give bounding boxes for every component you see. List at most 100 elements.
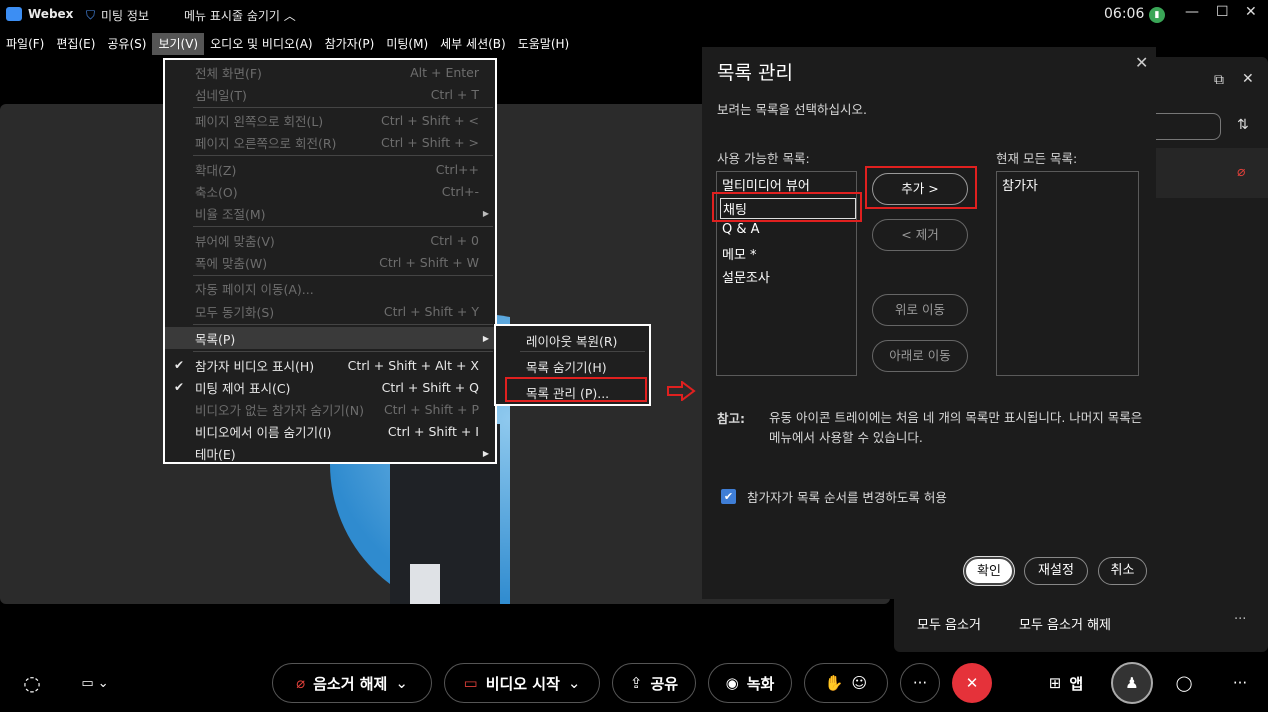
menu-breakout[interactable]: 세부 세션(B): [434, 33, 512, 55]
webex-logo: Webex: [6, 7, 73, 21]
menu-item-sync-all[interactable]: 모두 동기화(S) Ctrl + Shift + Y: [165, 300, 495, 322]
meeting-info-button[interactable]: ⛉ 미팅 정보: [86, 7, 149, 24]
menu-item-hide-names[interactable]: 비디오에서 이름 숨기기(I) Ctrl + Shift + I: [165, 420, 495, 442]
list-item[interactable]: 참가자: [1002, 175, 1038, 194]
reset-button[interactable]: 재설정: [1024, 557, 1088, 585]
current-panels-label: 현재 모든 목록:: [996, 151, 1078, 166]
menu-toggle-button[interactable]: 메뉴 표시줄 숨기기 ︿: [184, 7, 296, 24]
menu-item-fullscreen[interactable]: 전체 화면(F) Alt + Enter: [165, 61, 495, 83]
menu-view[interactable]: 보기(V): [152, 33, 205, 55]
menu-help[interactable]: 도움말(H): [512, 33, 576, 55]
more-icon[interactable]: ···: [900, 663, 940, 703]
unmute-button[interactable]: ⌀ 음소거 해제 ⌄: [272, 663, 432, 703]
menu-item-rotate-right[interactable]: 페이지 오른쪽으로 회전(R) Ctrl + Shift + >: [165, 131, 495, 153]
menu-item-rotate-left[interactable]: 페이지 왼쪽으로 회전(L) Ctrl + Shift + <: [165, 109, 495, 131]
menu-item-panels[interactable]: 목록(P) ▶: [165, 327, 495, 349]
participant-search-input[interactable]: [1154, 113, 1221, 140]
list-item[interactable]: 설문조사: [722, 267, 770, 286]
record-label: 녹화: [746, 674, 775, 693]
menu-item-scale[interactable]: 비율 조절(M) ▶: [165, 202, 495, 224]
menu-item-auto-page[interactable]: 자동 페이지 이동(A)...: [165, 277, 495, 299]
menu-item-fit-width[interactable]: 폭에 맞춤(W) Ctrl + Shift + W: [165, 251, 495, 273]
apps-button[interactable]: ⊞ 앱: [1036, 663, 1096, 703]
panel-close-icon[interactable]: ✕: [1242, 71, 1254, 87]
menu-audio-video[interactable]: 오디오 및 비디오(A): [204, 33, 318, 55]
chevron-down-icon: ⌄: [567, 674, 581, 692]
move-up-button[interactable]: 위로 이동: [872, 294, 968, 326]
share-icon: ⇪: [629, 674, 643, 692]
menu-file[interactable]: 파일(F): [0, 33, 50, 55]
menu-item-zoom-out[interactable]: 축소(O) Ctrl+-: [165, 180, 495, 202]
shield-icon: ⛉: [86, 8, 96, 22]
current-panels-list[interactable]: 참가자: [996, 171, 1139, 376]
chevron-up-icon: ︿: [283, 9, 296, 23]
more-options-icon[interactable]: ···: [1220, 663, 1260, 703]
raise-hand-icon[interactable]: ✋: [825, 674, 844, 692]
dialog-subtitle: 보려는 목록을 선택하십시오.: [717, 102, 867, 117]
move-down-button[interactable]: 아래로 이동: [872, 340, 968, 372]
unmute-all-button[interactable]: 모두 음소거 해제: [1019, 614, 1111, 633]
menu-bar: 파일(F) 편집(E) 공유(S) 보기(V) 오디오 및 비디오(A) 참가자…: [0, 33, 640, 55]
maximize-icon[interactable]: ☐: [1216, 4, 1229, 20]
menu-participants[interactable]: 참가자(P): [319, 33, 381, 55]
remove-button[interactable]: < 제거: [872, 219, 968, 251]
list-item[interactable]: Q & A: [722, 222, 760, 237]
menu-share[interactable]: 공유(S): [101, 33, 152, 55]
app-name: Webex: [28, 7, 74, 21]
dialog-close-icon[interactable]: ✕: [1135, 53, 1148, 72]
clock: 06:06: [1104, 6, 1145, 22]
emoji-icon[interactable]: ☺: [852, 674, 868, 692]
video-off-icon: ▭: [463, 674, 478, 692]
checkmark-icon: ✔: [174, 358, 185, 372]
allow-reorder-label: 참가자가 목록 순서를 변경하도록 허용: [747, 490, 947, 505]
menu-item-hide-no-video[interactable]: 비디오가 없는 참가자 숨기기(N) Ctrl + Shift + P: [165, 398, 495, 420]
participant-row[interactable]: [1156, 148, 1268, 198]
popout-icon[interactable]: ⧉: [1214, 72, 1224, 88]
record-icon: ◉: [725, 674, 739, 692]
highlight-box: [712, 192, 862, 222]
leave-meeting-icon[interactable]: ✕: [952, 663, 992, 703]
allow-reorder-checkbox[interactable]: ✔: [721, 489, 736, 504]
cancel-button[interactable]: 취소: [1098, 557, 1147, 585]
menu-meeting[interactable]: 미팅(M): [380, 33, 434, 55]
start-video-button[interactable]: ▭ 비디오 시작 ⌄: [444, 663, 600, 703]
record-button[interactable]: ◉ 녹화: [708, 663, 792, 703]
note-text: 유동 아이콘 트레이에는 처음 네 개의 목록만 표시됩니다. 나머지 목록은 …: [769, 410, 1143, 445]
submenu-hide-panels[interactable]: 목록 숨기기(H): [526, 357, 607, 376]
submenu-restore-layout[interactable]: 레이아웃 복원(R): [526, 331, 617, 350]
webex-icon: [6, 7, 22, 21]
share-button[interactable]: ⇪ 공유: [612, 663, 696, 703]
captions-icon[interactable]: ▭ ⌄: [70, 663, 120, 703]
mute-all-button[interactable]: 모두 음소거: [917, 614, 981, 633]
note-label: 참고:: [717, 411, 745, 426]
muted-mic-icon: ⌀: [1237, 164, 1246, 180]
reactions-group[interactable]: ✋ ☺: [804, 663, 888, 703]
highlight-box: [505, 377, 647, 402]
status-ring-icon[interactable]: ◌: [12, 663, 52, 703]
share-label: 공유: [650, 674, 679, 693]
signal-icon[interactable]: ▮: [1149, 7, 1165, 23]
muted-mic-icon: ⌀: [296, 674, 306, 692]
menu-item-show-participant-video[interactable]: ✔ 참가자 비디오 표시(H) Ctrl + Shift + Alt + X: [165, 354, 495, 376]
minimize-icon[interactable]: —: [1185, 4, 1199, 20]
apps-label: 앱: [1069, 674, 1084, 693]
sort-icon[interactable]: ⇅: [1237, 117, 1249, 133]
chat-icon[interactable]: ◯: [1164, 663, 1204, 703]
menu-item-fit-viewer[interactable]: 뷰어에 맞춤(V) Ctrl + 0: [165, 229, 495, 251]
menu-item-theme[interactable]: 테마(E) ▶: [165, 442, 495, 464]
unmute-label: 음소거 해제: [313, 674, 388, 693]
ok-button[interactable]: 확인: [964, 557, 1014, 585]
menu-toggle-label: 메뉴 표시줄 숨기기: [184, 9, 280, 23]
menu-edit[interactable]: 편집(E): [50, 33, 101, 55]
menu-item-zoom-in[interactable]: 확대(Z) Ctrl++: [165, 158, 495, 180]
menu-item-show-meeting-controls[interactable]: ✔ 미팅 제어 표시(C) Ctrl + Shift + Q: [165, 376, 495, 398]
available-panels-label: 사용 가능한 목록:: [717, 151, 810, 166]
participants-icon[interactable]: ♟: [1111, 662, 1153, 704]
start-video-label: 비디오 시작: [485, 674, 560, 693]
close-window-icon[interactable]: ✕: [1245, 4, 1257, 20]
menu-item-thumbnails[interactable]: 섬네일(T) Ctrl + T: [165, 83, 495, 105]
view-menu-dropdown: 전체 화면(F) Alt + Enter 섬네일(T) Ctrl + T 페이지 왼…: [163, 58, 497, 464]
meeting-info-label: 미팅 정보: [101, 9, 149, 23]
more-options-icon[interactable]: ···: [1234, 612, 1246, 627]
list-item[interactable]: 메모 *: [722, 244, 757, 263]
